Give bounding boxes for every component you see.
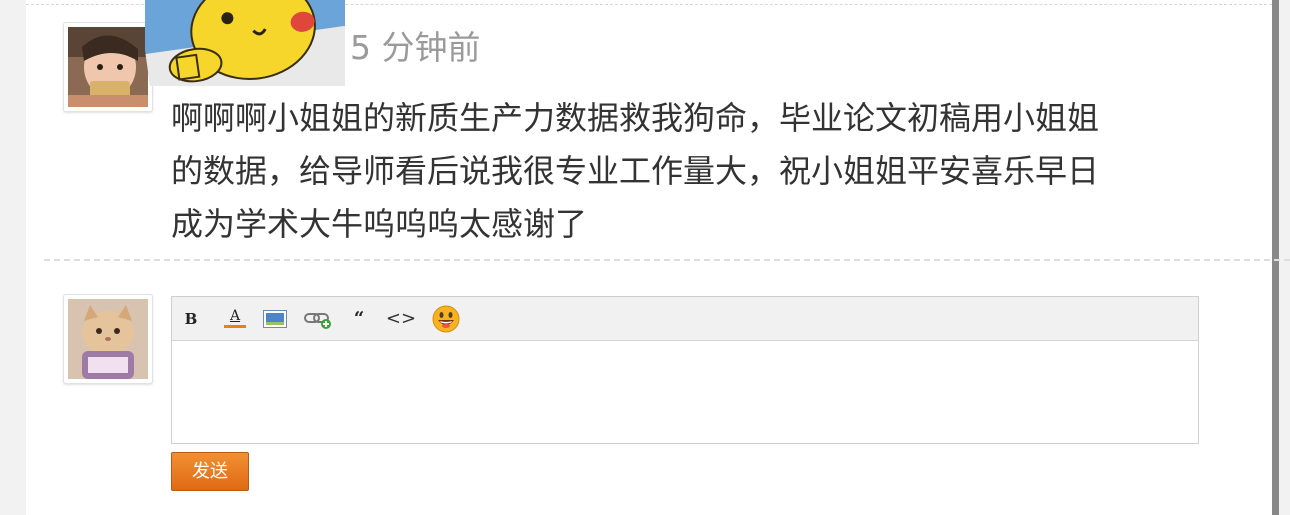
emoji-button[interactable] (430, 297, 462, 340)
comment-text: 啊啊啊小姐姐的新质生产力数据救我狗命，毕业论文初稿用小姐姐 的数据，给导师看后说… (171, 92, 1221, 251)
image-button[interactable] (261, 297, 289, 340)
font-color-icon: A (229, 308, 241, 324)
bold-icon: B (184, 309, 198, 328)
font-color-bar (224, 325, 246, 328)
reply-editor: B A “ <> (171, 296, 1199, 444)
user-avatar[interactable] (63, 294, 153, 384)
comment-timestamp: 5 分钟前 (350, 28, 481, 67)
pikachu-sticker (145, 0, 345, 86)
bold-button[interactable]: B (182, 297, 200, 340)
link-icon (304, 312, 331, 329)
send-button[interactable]: 发送 (171, 452, 249, 491)
quote-icon: “ (353, 308, 365, 329)
comment-line: 成为学术大牛呜呜呜太感谢了 (171, 205, 588, 243)
emoji-icon (432, 305, 460, 332)
editor-toolbar: B A “ <> (172, 297, 1198, 341)
code-icon: <> (385, 308, 417, 329)
divider (44, 259, 1290, 261)
comment-line: 的数据，给导师看后说我很专业工作量大，祝小姐姐平安喜乐早日 (171, 152, 1100, 190)
scrollbar[interactable] (1272, 0, 1279, 515)
font-color-button[interactable]: A (222, 297, 248, 340)
avatar-image (68, 27, 148, 107)
commenter-avatar[interactable] (63, 22, 153, 112)
reply-input[interactable] (172, 341, 1198, 443)
comment-line: 啊啊啊小姐姐的新质生产力数据救我狗命，毕业论文初稿用小姐姐 (171, 99, 1100, 137)
image-icon (263, 309, 287, 328)
code-button[interactable]: <> (385, 297, 417, 340)
link-button[interactable] (303, 297, 333, 340)
avatar-image (68, 299, 148, 379)
page-margin (1279, 0, 1290, 515)
quote-button[interactable]: “ (348, 297, 370, 340)
